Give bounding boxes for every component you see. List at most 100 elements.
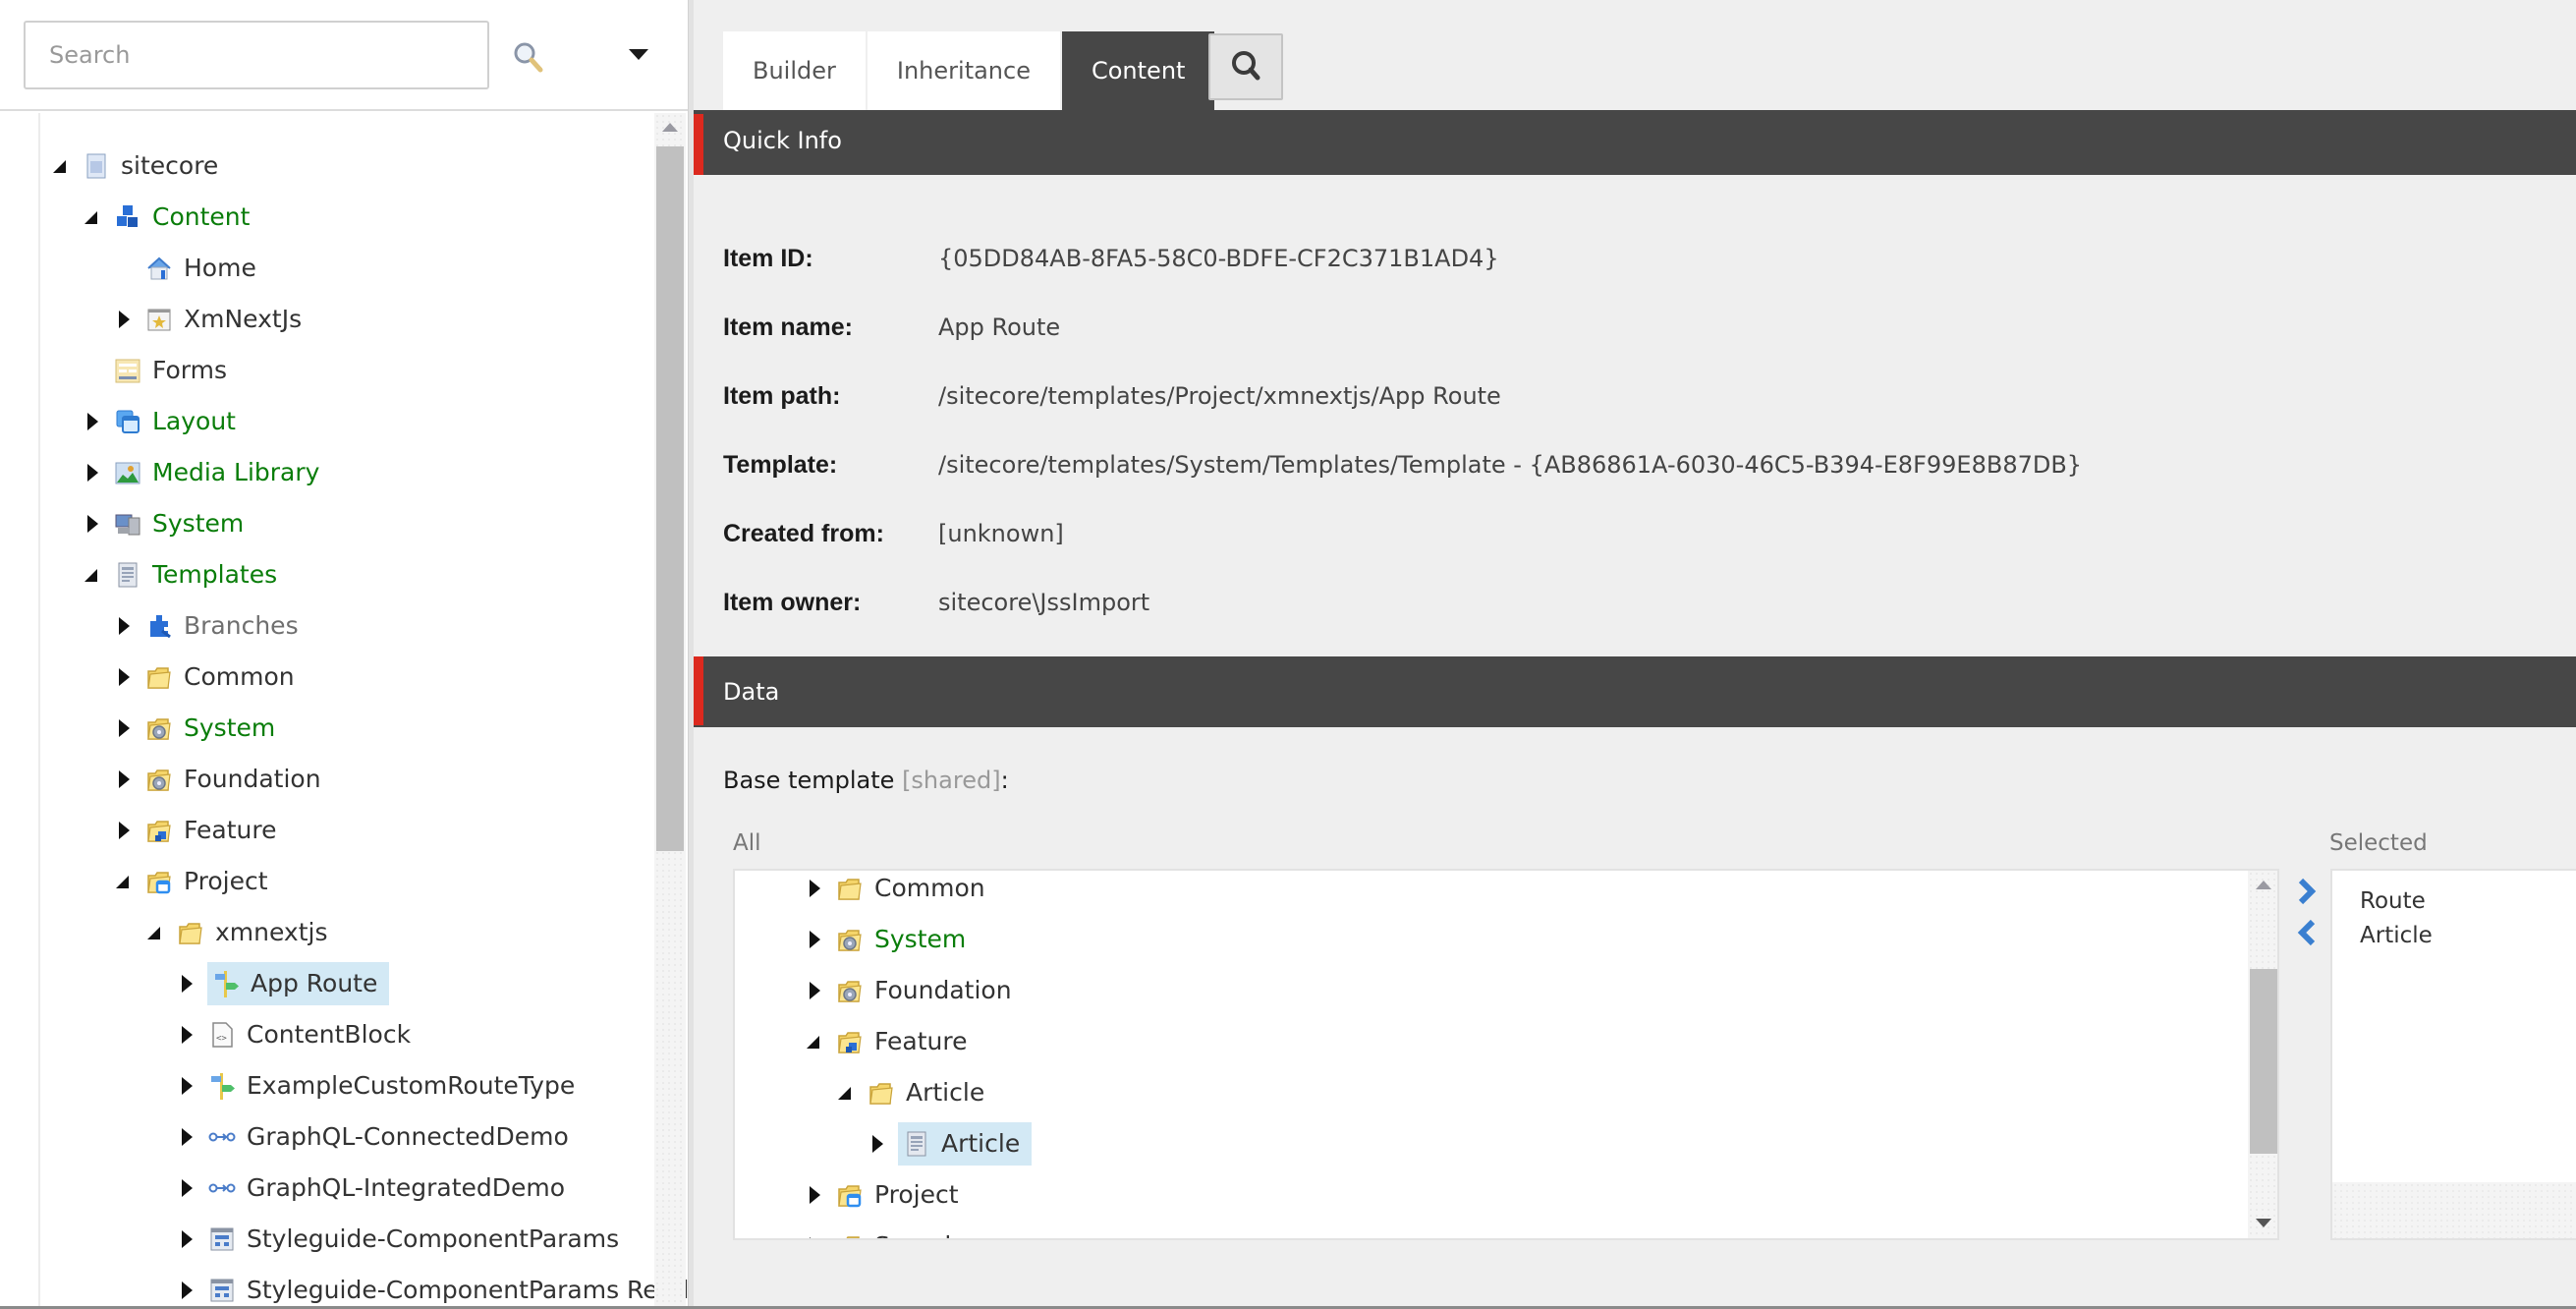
selected-item[interactable]: Article bbox=[2360, 923, 2433, 948]
data-section-header[interactable]: Data bbox=[694, 656, 2576, 727]
scrollbar-thumb[interactable] bbox=[656, 146, 684, 851]
collapse-arrow-icon[interactable] bbox=[113, 768, 135, 790]
expand-arrow-icon[interactable] bbox=[804, 1031, 825, 1053]
tree-node[interactable]: Common bbox=[735, 871, 2248, 914]
expand-arrow-icon[interactable] bbox=[50, 155, 72, 177]
tree-node[interactable]: <> ContentBlock bbox=[42, 1009, 653, 1060]
tree-node[interactable]: Forms bbox=[42, 345, 653, 396]
tree-node[interactable]: GraphQL-ConnectedDemo bbox=[42, 1111, 653, 1163]
collapse-arrow-icon[interactable] bbox=[113, 666, 135, 688]
tree-node-label[interactable]: GraphQL-ConnectedDemo bbox=[241, 1117, 575, 1157]
collapse-arrow-icon[interactable] bbox=[176, 1280, 197, 1301]
tree-node[interactable]: Article bbox=[735, 1118, 2248, 1169]
collapse-arrow-icon[interactable] bbox=[176, 1177, 197, 1199]
tree-node[interactable]: Feature bbox=[735, 1016, 2248, 1067]
tree-node[interactable]: GraphQL-IntegratedDemo bbox=[42, 1163, 653, 1214]
tree-node-label[interactable]: App Route bbox=[245, 964, 383, 1003]
tree-node-label[interactable]: XmNextJs bbox=[178, 300, 308, 339]
tree-node-label[interactable]: Feature bbox=[868, 1022, 973, 1061]
tree-node-label[interactable]: Content bbox=[146, 198, 255, 237]
collapse-arrow-icon[interactable] bbox=[867, 1133, 888, 1155]
tree-node[interactable]: Templates bbox=[42, 549, 653, 600]
tree-node[interactable]: Media Library bbox=[42, 447, 653, 498]
tree-node-label[interactable]: Templates bbox=[146, 555, 283, 595]
collapse-arrow-icon[interactable] bbox=[82, 411, 103, 432]
tree-node-label[interactable]: Article bbox=[935, 1124, 1026, 1164]
tree-node-label[interactable]: Feature bbox=[178, 811, 282, 850]
collapse-arrow-icon[interactable] bbox=[113, 820, 135, 841]
tree-node-label[interactable]: Foundation bbox=[868, 971, 1018, 1010]
tree-node[interactable]: XmNextJs bbox=[42, 294, 653, 345]
tree-node-label[interactable]: Project bbox=[178, 862, 274, 901]
tree-node[interactable]: ExampleCustomRouteType bbox=[42, 1060, 653, 1111]
expand-arrow-icon[interactable] bbox=[835, 1082, 857, 1104]
tree-node-label[interactable]: Foundation bbox=[178, 760, 327, 799]
tree-node[interactable]: Common bbox=[42, 652, 653, 703]
tree-node-label[interactable]: Common bbox=[868, 871, 991, 908]
tree-node-label[interactable]: Forms bbox=[146, 351, 233, 390]
tree-node[interactable]: Styleguide-ComponentParams Rend bbox=[42, 1265, 688, 1309]
tree-search-input[interactable] bbox=[24, 21, 489, 89]
tab-content[interactable]: Content bbox=[1061, 31, 1215, 110]
scroll-up-arrow-icon[interactable] bbox=[654, 113, 686, 142]
scroll-down-arrow-icon[interactable] bbox=[2248, 1209, 2277, 1238]
tree-node-label[interactable]: Styleguide-ComponentParams bbox=[241, 1220, 625, 1259]
tree-node[interactable]: Project bbox=[42, 856, 653, 907]
collapse-arrow-icon[interactable] bbox=[804, 980, 825, 1001]
tree-node[interactable]: Branches bbox=[42, 600, 653, 652]
tree-node[interactable]: Content bbox=[42, 192, 653, 243]
collapse-arrow-icon[interactable] bbox=[176, 1228, 197, 1250]
collapse-arrow-icon[interactable] bbox=[176, 1126, 197, 1148]
collapse-arrow-icon[interactable] bbox=[113, 309, 135, 330]
tree-node-label[interactable]: Home bbox=[178, 249, 262, 288]
expand-arrow-icon[interactable] bbox=[82, 206, 103, 228]
tree-node-label[interactable]: ExampleCustomRouteType bbox=[241, 1066, 581, 1106]
tree-node-label[interactable]: Sample bbox=[868, 1226, 973, 1238]
scroll-up-arrow-icon[interactable] bbox=[2248, 871, 2277, 900]
tree-node-label[interactable]: System bbox=[146, 504, 250, 543]
chevron-right-icon[interactable] bbox=[2295, 877, 2319, 906]
collapse-arrow-icon[interactable] bbox=[176, 973, 197, 995]
tab-inheritance[interactable]: Inheritance bbox=[867, 31, 1060, 110]
tree-node[interactable]: Sample bbox=[735, 1221, 2248, 1238]
tree-node-label[interactable]: Branches bbox=[178, 606, 305, 646]
collapse-arrow-icon[interactable] bbox=[804, 929, 825, 950]
tree-node[interactable]: App Route bbox=[42, 958, 653, 1009]
quick-info-header[interactable]: Quick Info bbox=[694, 110, 2576, 175]
tree-node-label[interactable]: xmnextjs bbox=[209, 913, 334, 952]
expand-arrow-icon[interactable] bbox=[144, 922, 166, 943]
selected-node-highlight[interactable]: Article bbox=[898, 1122, 1033, 1166]
tree-node[interactable]: System bbox=[42, 498, 653, 549]
tree-node-label[interactable]: GraphQL-IntegratedDemo bbox=[241, 1168, 571, 1208]
tree-node[interactable]: Layout bbox=[42, 396, 653, 447]
tree-node-label[interactable]: System bbox=[868, 920, 972, 959]
collapse-arrow-icon[interactable] bbox=[176, 1024, 197, 1046]
tree-node[interactable]: Home bbox=[42, 243, 653, 294]
tree-node-label[interactable]: Layout bbox=[146, 402, 242, 441]
tree-node[interactable]: Foundation bbox=[735, 965, 2248, 1016]
tree-node-label[interactable]: System bbox=[178, 709, 281, 748]
tree-node[interactable]: Project bbox=[735, 1169, 2248, 1221]
collapse-arrow-icon[interactable] bbox=[176, 1075, 197, 1097]
expand-arrow-icon[interactable] bbox=[82, 564, 103, 586]
tree-node-label[interactable]: sitecore bbox=[115, 146, 224, 186]
tree-node[interactable]: Styleguide-ComponentParams bbox=[42, 1214, 653, 1265]
chevron-left-icon[interactable] bbox=[2295, 918, 2319, 947]
collapse-arrow-icon[interactable] bbox=[113, 717, 135, 739]
tree-node[interactable]: System bbox=[735, 914, 2248, 965]
tab-search-button[interactable] bbox=[1208, 33, 1283, 100]
collapse-arrow-icon[interactable] bbox=[804, 1184, 825, 1206]
tree-node-label[interactable]: ContentBlock bbox=[241, 1015, 417, 1054]
magnifier-icon[interactable] bbox=[511, 39, 546, 75]
all-tree-scrollbar[interactable] bbox=[2248, 871, 2277, 1238]
tree-node[interactable]: Feature bbox=[42, 805, 653, 856]
collapse-arrow-icon[interactable] bbox=[804, 878, 825, 899]
selected-item[interactable]: Route bbox=[2360, 888, 2426, 914]
tree-node[interactable]: sitecore bbox=[42, 141, 653, 192]
tree-node-label[interactable]: Common bbox=[178, 657, 301, 697]
collapse-arrow-icon[interactable] bbox=[82, 462, 103, 484]
tree-scrollbar[interactable] bbox=[654, 113, 686, 1309]
tree-node[interactable]: Foundation bbox=[42, 754, 653, 805]
selected-node-highlight[interactable]: App Route bbox=[207, 962, 390, 1005]
tree-node-label[interactable]: Media Library bbox=[146, 453, 325, 492]
